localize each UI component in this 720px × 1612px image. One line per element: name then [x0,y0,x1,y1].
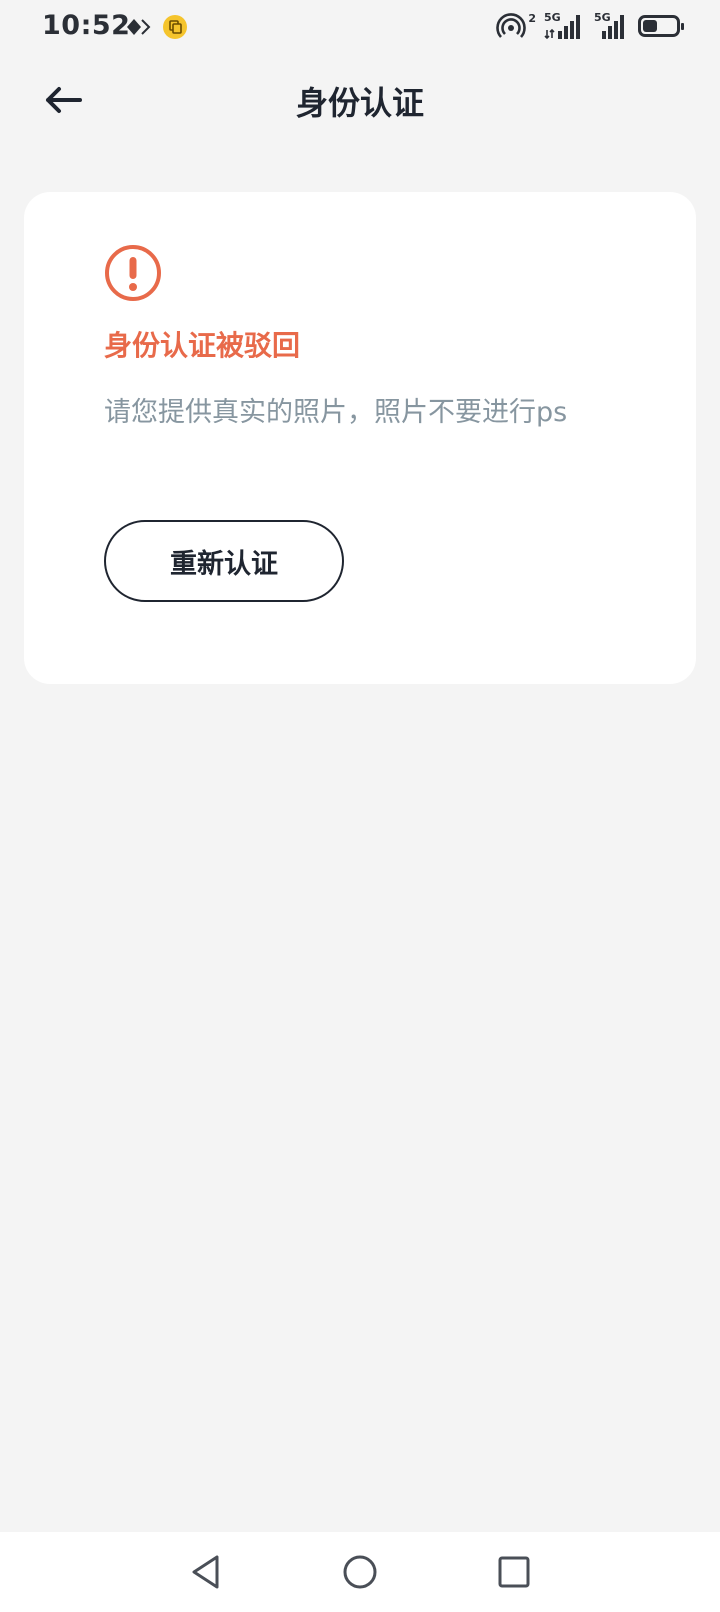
system-nav-bar [0,1532,720,1612]
sim1-signal: 5G [544,12,586,40]
status-bar: 10:52 2 5G 5G [0,0,720,54]
status-time: 10:52 [42,10,131,41]
status-left-icons [126,14,188,40]
nfc-diamond-icon [127,19,151,35]
battery-icon [638,15,684,37]
sim2-signal: 5G [594,12,630,40]
hotspot-count: 2 [528,11,536,25]
status-description: 请您提供真实的照片，照片不要进行ps [104,397,568,428]
app-notification-icon [163,15,187,39]
exclamation-circle-icon [105,245,161,301]
status-title: 身份认证被驳回 [104,329,301,362]
home-circle-icon [343,1555,377,1589]
nav-back-button[interactable] [186,1552,226,1592]
back-triangle-icon [192,1555,219,1589]
retry-verification-button[interactable]: 重新认证 [104,520,344,602]
verification-status-card: 身份认证被驳回 请您提供真实的照片，照片不要进行ps 重新认证 [24,192,696,684]
header: 身份认证 [0,60,720,140]
recents-square-icon [498,1556,530,1588]
hotspot-icon [496,13,527,38]
status-right-icons: 2 5G 5G [496,11,684,40]
nav-home-button[interactable] [340,1552,380,1592]
sim2-network-label: 5G [594,11,611,24]
page-title: 身份认证 [295,84,424,122]
battery-fill [643,20,658,32]
sim1-network-label: 5G [544,11,561,24]
nav-recents-button[interactable] [494,1552,534,1592]
